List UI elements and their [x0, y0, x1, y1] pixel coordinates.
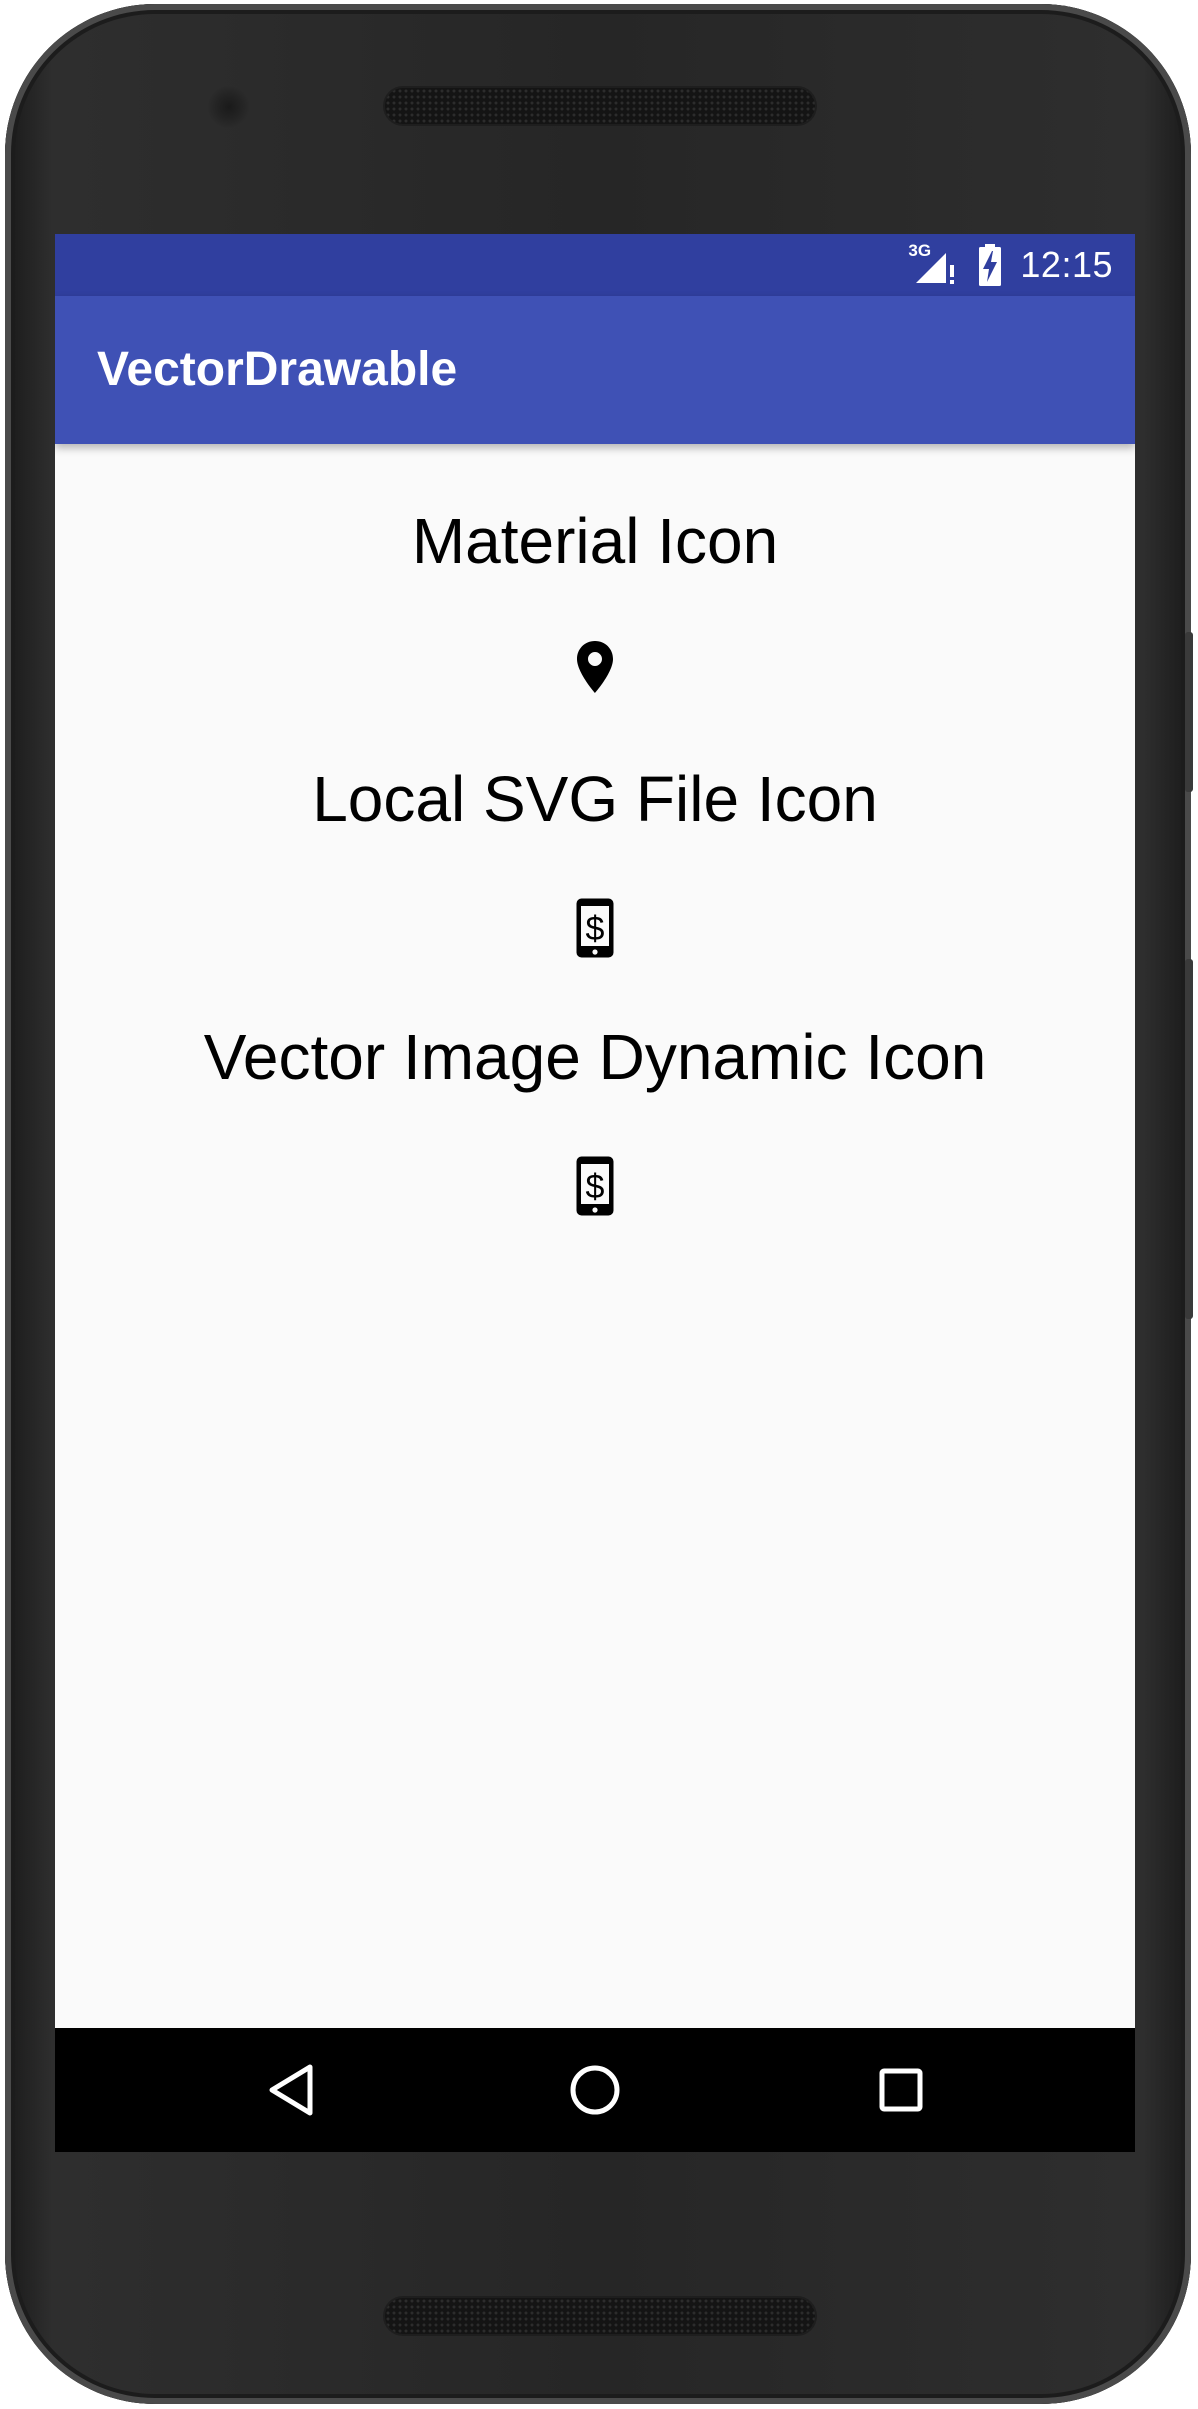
location-pin-icon	[570, 639, 620, 695]
phone-dollar-icon: $	[575, 1155, 615, 1217]
status-time: 12:15	[1020, 244, 1113, 285]
material-icon-label: Material Icon	[411, 505, 779, 577]
vector-dynamic-icon-row: $	[55, 1155, 1135, 1217]
svg-text:$: $	[586, 910, 605, 948]
material-icon-row	[55, 639, 1135, 695]
main-content: Material Icon Local SVG File Icon $ Vect…	[55, 444, 1135, 2028]
power-button	[1185, 632, 1193, 792]
bottom-speaker-grille	[385, 2298, 815, 2334]
device-screen: 3G 12:15 VectorDrawable Material Icon Lo…	[55, 234, 1135, 2152]
recents-button[interactable]	[831, 2028, 971, 2152]
status-icons: 3G 12:15	[908, 234, 1113, 296]
local-svg-file-icon-label: Local SVG File Icon	[312, 763, 878, 835]
signal-icon: 3G	[908, 241, 960, 287]
svg-text:$: $	[586, 1168, 605, 1206]
front-camera	[208, 86, 250, 128]
app-title: VectorDrawable	[97, 343, 458, 396]
back-icon	[266, 2063, 316, 2117]
top-speaker-grille	[385, 88, 815, 124]
home-icon	[569, 2064, 621, 2116]
back-button[interactable]	[221, 2028, 361, 2152]
volume-button	[1185, 959, 1193, 1319]
status-bar: 3G 12:15	[55, 234, 1135, 296]
phone-dollar-icon: $	[575, 897, 615, 959]
vector-image-dynamic-icon-label: Vector Image Dynamic Icon	[203, 1021, 987, 1093]
battery-charging-icon	[976, 243, 1004, 287]
navigation-bar	[55, 2028, 1135, 2152]
local-svg-icon-row: $	[55, 897, 1135, 959]
app-bar: VectorDrawable	[55, 296, 1135, 444]
recents-icon	[878, 2067, 924, 2113]
home-button[interactable]	[525, 2028, 665, 2152]
